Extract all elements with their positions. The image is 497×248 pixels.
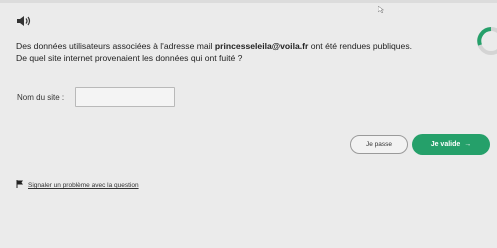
mouse-cursor-icon: [377, 0, 385, 14]
question-prefix: Des données utilisateurs associées à l'a…: [16, 41, 215, 51]
top-bar: [0, 0, 497, 3]
report-link-label: Signaler un problème avec la question: [28, 182, 139, 189]
arrow-right-icon: →: [464, 141, 472, 148]
speaker-icon[interactable]: [16, 14, 32, 26]
site-name-input[interactable]: [75, 87, 175, 107]
flag-icon: [16, 180, 24, 190]
question-text: Des données utilisateurs associées à l'a…: [16, 40, 476, 64]
question-email: princesseleila@voila.fr: [214, 41, 309, 51]
report-problem-link[interactable]: Signaler un problème avec la question: [16, 180, 139, 190]
site-label: Nom du site :: [17, 93, 65, 102]
validate-button[interactable]: Je valide →: [412, 134, 490, 155]
question-suffix: ont été rendues publiques.: [308, 41, 413, 51]
question-line-2: De quel site internet provenaient les do…: [16, 53, 243, 63]
progress-ring-icon: [476, 26, 497, 56]
question-line-1: Des données utilisateurs associées à l'a…: [16, 40, 476, 52]
validate-button-label: Je valide: [430, 141, 461, 148]
pass-button[interactable]: Je passe: [350, 135, 408, 154]
